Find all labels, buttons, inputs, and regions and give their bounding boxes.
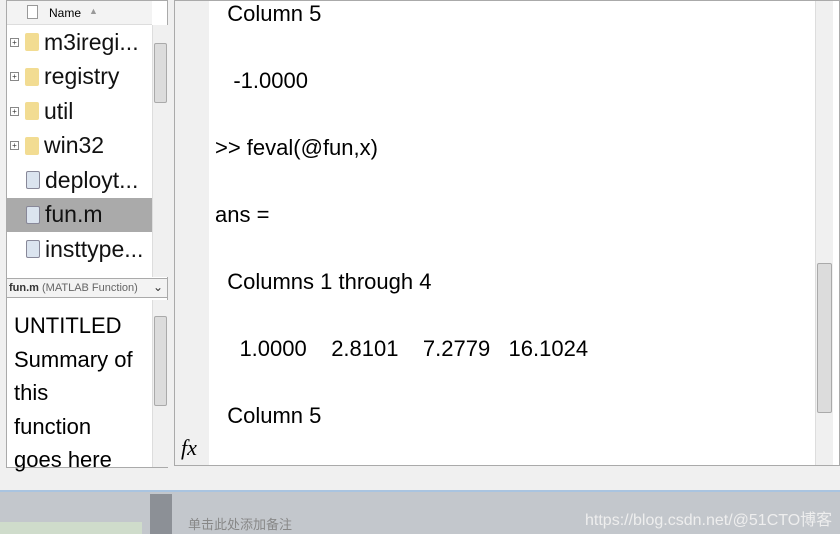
expand-icon[interactable]: +	[10, 72, 19, 81]
chevron-down-icon[interactable]: ⌄	[153, 280, 163, 294]
expand-icon[interactable]: +	[10, 141, 19, 150]
command-output-line: >> feval(@fun,x)	[215, 135, 378, 160]
command-output-line: Column 5	[215, 403, 322, 428]
details-text-line: UNTITLED	[14, 313, 122, 338]
details-text-line: Summary of	[14, 346, 133, 372]
command-gutter: fx	[175, 1, 209, 465]
file-item-label: fun.m	[45, 201, 103, 227]
watermark: https://blog.csdn.net/@51CTO博客	[585, 512, 833, 529]
file-item[interactable]: + util	[7, 94, 152, 128]
scrollbar-thumb[interactable]	[817, 263, 832, 413]
name-column-header[interactable]: Name ▲	[7, 1, 152, 25]
folder-icon	[25, 136, 39, 155]
details-file-name: fun.m	[9, 282, 39, 294]
file-item[interactable]: fun.m	[7, 197, 152, 232]
command-window[interactable]: fx Column 5 -1.0000 >> feval(@fun,x) ans =…	[174, 0, 840, 466]
file-item[interactable]: deployt...	[7, 163, 152, 197]
details-text-line: function	[14, 413, 92, 439]
file-item[interactable]: + win32	[7, 129, 152, 163]
file-list-scrollbar[interactable]	[152, 25, 168, 277]
function-browser-button[interactable]: fx	[181, 435, 197, 461]
background-app: 单击此处添加备注 https://blog.csdn.net/@51CTO博客	[0, 494, 840, 534]
folder-icon	[25, 33, 39, 51]
folder-icon	[25, 67, 39, 86]
file-icon	[26, 240, 40, 258]
thumbnail-scrollbar[interactable]	[150, 494, 172, 534]
scrollbar-thumb[interactable]	[154, 43, 167, 103]
file-item-label: util	[44, 97, 74, 124]
file-item-label: insttype...	[45, 235, 144, 262]
file-type-icon	[27, 5, 38, 19]
command-output-line: Columns 1 through 4	[215, 269, 432, 294]
file-item[interactable]: + registry	[7, 60, 152, 94]
command-scrollbar[interactable]	[815, 1, 833, 465]
command-output-line: Column 5	[215, 1, 322, 26]
slide-thumbnail	[0, 522, 142, 534]
details-file-kind: (MATLAB Function)	[42, 282, 138, 294]
file-item-label: registry	[44, 63, 120, 89]
details-text-line: this	[14, 380, 49, 405]
details-scrollbar[interactable]	[152, 300, 168, 467]
file-icon	[26, 171, 40, 189]
folder-icon	[25, 102, 39, 120]
command-output-line: -1.0000	[215, 68, 308, 93]
file-item-label: win32	[44, 132, 105, 158]
column-header-label: Name	[49, 6, 82, 20]
sort-ascending-icon: ▲	[89, 6, 98, 16]
notes-placeholder[interactable]: 单击此处添加备注	[188, 514, 292, 533]
scrollbar-thumb[interactable]	[154, 316, 167, 406]
file-item[interactable]: + m3iregi...	[7, 25, 152, 59]
file-item-label: m3iregi...	[44, 28, 139, 55]
details-header[interactable]: fun.m (MATLAB Function) ⌄	[7, 278, 167, 298]
expand-icon[interactable]: +	[10, 37, 19, 47]
file-item-label: deployt...	[45, 166, 139, 193]
matlab-window: Name ▲ + m3iregi... + registry + util + win32 de…	[0, 0, 840, 492]
details-text-line: goes here	[14, 447, 112, 472]
file-item[interactable]: insttype...	[7, 232, 152, 266]
command-output-line: ans =	[215, 202, 270, 227]
m-file-icon	[26, 205, 40, 224]
expand-icon[interactable]: +	[10, 106, 19, 116]
command-output-line: 1.0000 2.8101 7.2779 16.1024	[215, 336, 589, 361]
current-folder-panel: Name ▲ + m3iregi... + registry + util + win32 de…	[6, 0, 168, 472]
